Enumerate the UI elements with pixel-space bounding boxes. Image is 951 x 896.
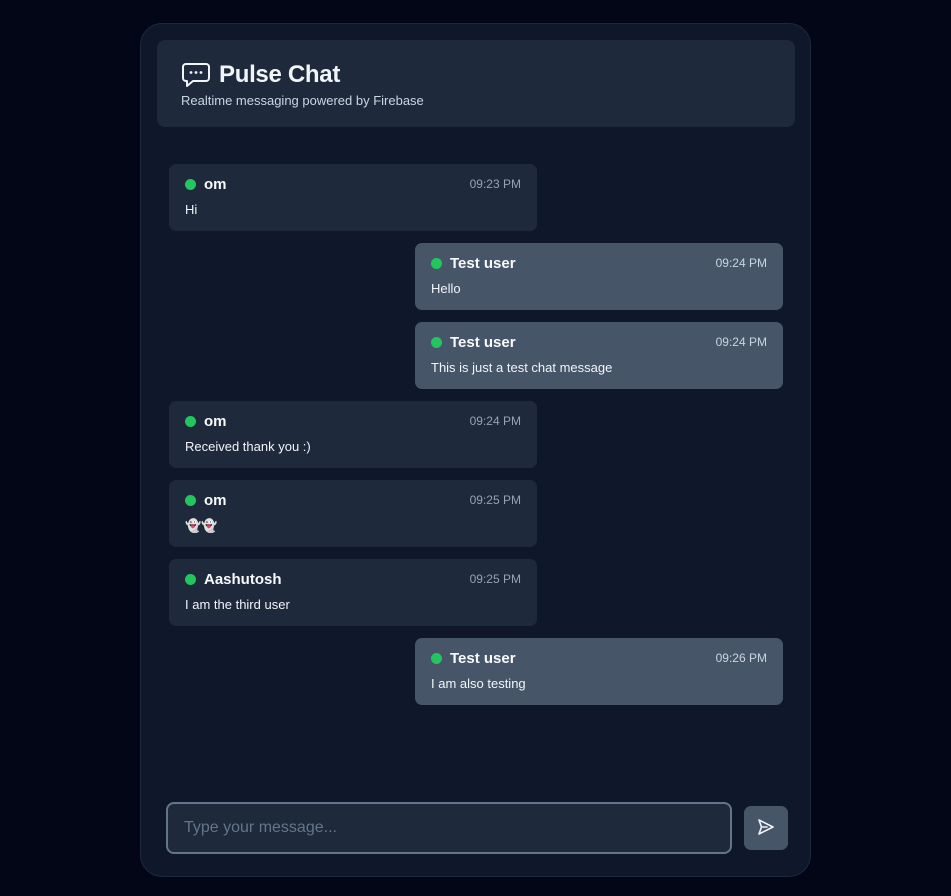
online-status-icon [431, 257, 442, 269]
message-timestamp: 09:24 PM [469, 414, 521, 428]
message-item: Test user 09:24 PM Hello [415, 243, 783, 310]
message-author: Test user [450, 649, 516, 667]
message-timestamp: 09:26 PM [715, 651, 767, 665]
message-item: Test user 09:26 PM I am also testing [415, 638, 783, 705]
message-text: I am the third user [185, 597, 290, 612]
message-item: om 09:23 PM Hi [169, 164, 537, 231]
message-header: Test user 09:24 PM [431, 254, 767, 272]
online-status-icon [185, 415, 196, 427]
message-item: Aashutosh 09:25 PM I am the third user [169, 559, 537, 626]
message-timestamp: 09:25 PM [469, 493, 521, 507]
message-author: om [204, 412, 227, 430]
message-timestamp: 09:23 PM [469, 177, 521, 191]
message-item: om 09:24 PM Received thank you :) [169, 401, 537, 468]
online-status-icon [185, 494, 196, 506]
message-author: Test user [450, 254, 516, 272]
message-author: om [204, 175, 227, 193]
message-timestamp: 09:24 PM [715, 256, 767, 270]
message-text: Hi [185, 202, 198, 217]
message-text: Hello [431, 281, 461, 296]
message-item: om 09:25 PM 👻👻 [169, 480, 537, 547]
message-header: Aashutosh 09:25 PM [185, 570, 521, 588]
app-subtitle: Realtime messaging powered by Firebase [181, 93, 424, 108]
message-timestamp: 09:25 PM [469, 572, 521, 586]
message-header: om 09:25 PM [185, 491, 521, 509]
message-composer [166, 802, 788, 854]
message-timestamp: 09:24 PM [715, 335, 767, 349]
send-icon [756, 817, 776, 840]
message-item: Test user 09:24 PM This is just a test cha… [415, 322, 783, 389]
online-status-icon [185, 573, 196, 585]
send-button[interactable] [744, 806, 788, 850]
message-text: 👻👻 [185, 518, 218, 533]
message-text: Received thank you :) [185, 439, 311, 454]
app-title: Pulse Chat [219, 61, 341, 88]
message-author: om [204, 491, 227, 509]
message-header: Test user 09:24 PM [431, 333, 767, 351]
online-status-icon [185, 178, 196, 190]
online-status-icon [431, 652, 442, 664]
message-header: om 09:24 PM [185, 412, 521, 430]
title-row: Pulse Chat [181, 60, 771, 90]
chat-header: Pulse Chat Realtime messaging powered by… [157, 40, 795, 127]
online-status-icon [431, 336, 442, 348]
message-input[interactable] [166, 802, 732, 854]
message-text: I am also testing [431, 676, 526, 691]
message-list: om 09:23 PM Hi Test user 09:24 PM Hello Test u… [169, 164, 783, 717]
chat-window: Pulse Chat Realtime messaging powered by… [140, 23, 811, 877]
message-header: Test user 09:26 PM [431, 649, 767, 667]
chat-bubble-icon [181, 61, 211, 89]
message-header: om 09:23 PM [185, 175, 521, 193]
message-text: This is just a test chat message [431, 360, 613, 375]
message-author: Test user [450, 333, 516, 351]
message-author: Aashutosh [204, 570, 282, 588]
